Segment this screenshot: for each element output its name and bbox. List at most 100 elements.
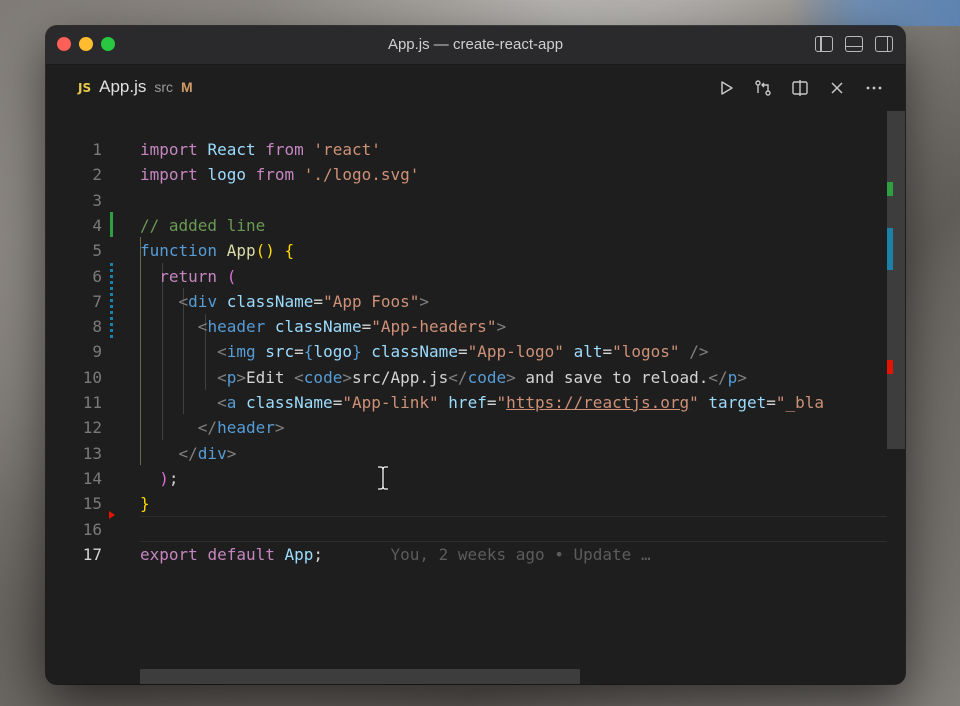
code-token: className xyxy=(226,291,314,311)
code-line[interactable]: <header className="App-headers"> xyxy=(140,314,506,339)
code-token: > xyxy=(342,367,352,387)
window-title: App.js — create-react-app xyxy=(387,36,564,53)
overview-added-marker xyxy=(887,182,893,196)
code-line[interactable]: import React from 'react' xyxy=(140,137,381,162)
tab-path: src xyxy=(154,79,174,95)
git-blame-annotation: You, 2 weeks ago • Update … xyxy=(323,544,651,564)
git-deleted-marker xyxy=(109,511,115,519)
toggle-primary-sidebar-icon[interactable] xyxy=(815,36,833,52)
code-token: './logo.svg' xyxy=(303,165,420,185)
desktop-sky xyxy=(790,0,960,26)
code-token: ; xyxy=(168,468,179,488)
code-token: div xyxy=(188,291,218,311)
code-line[interactable]: </div> xyxy=(140,441,237,466)
line-number: 3 xyxy=(92,190,102,210)
code-token: a xyxy=(226,393,237,412)
line-number: 8 xyxy=(92,317,102,337)
line-number: 5 xyxy=(92,241,102,261)
line-number: 11 xyxy=(82,393,102,412)
vertical-scroll-thumb[interactable] xyxy=(887,111,905,449)
code-token: import xyxy=(140,140,198,159)
code-line[interactable]: export default App; You, 2 weeks ago • U… xyxy=(140,542,651,567)
line-number: 4 xyxy=(92,215,102,235)
vertical-scrollbar[interactable] xyxy=(887,111,905,684)
code-line[interactable]: <img src={logo} className="App-logo" alt… xyxy=(140,339,708,364)
run-icon[interactable] xyxy=(717,79,735,97)
code-line[interactable]: } xyxy=(140,491,150,516)
code-token: code xyxy=(467,367,507,387)
code-token: = xyxy=(313,291,324,311)
code-token: function xyxy=(140,241,218,261)
more-icon[interactable] xyxy=(865,79,883,97)
code-line[interactable]: function App() { xyxy=(140,238,294,263)
tab-app-js[interactable]: JS App.js src M xyxy=(78,77,193,97)
code-token: = xyxy=(361,317,372,337)
git-modified-marker xyxy=(110,263,113,339)
code-token: from xyxy=(265,140,304,159)
code-token: < xyxy=(217,393,227,412)
code-line[interactable]: ); xyxy=(140,466,179,491)
code-token: = xyxy=(766,393,776,412)
code-line[interactable]: return ( xyxy=(140,264,236,289)
code-token: alt xyxy=(573,342,603,362)
code-line[interactable]: <a className="App-link" href="https://re… xyxy=(140,390,824,415)
compare-changes-icon[interactable] xyxy=(754,79,772,97)
code-token: App xyxy=(284,544,314,564)
code-editor[interactable]: 1 2 3 4 5 6 7 8 9 10 11 12 13 14 15 16 17 import React f… xyxy=(46,111,905,684)
code-token: p xyxy=(727,367,738,387)
code-token: < xyxy=(217,342,227,362)
code-token: " xyxy=(496,393,507,412)
code-token: export xyxy=(140,544,198,564)
code-token: = xyxy=(602,342,613,362)
code-token: "App-headers" xyxy=(371,317,497,337)
code-token: </ xyxy=(448,367,468,387)
toggle-secondary-sidebar-icon[interactable] xyxy=(875,36,893,52)
line-number: 14 xyxy=(82,468,102,488)
code-token: = xyxy=(457,342,468,362)
horizontal-scroll-thumb[interactable] xyxy=(140,669,580,684)
overview-modified-marker xyxy=(887,228,893,270)
code-token: > xyxy=(496,317,507,337)
code-token: > xyxy=(506,367,516,387)
code-line[interactable]: import logo from './logo.svg' xyxy=(140,162,419,187)
close-icon[interactable] xyxy=(828,79,846,97)
code-line[interactable]: <p>Edit <code>src/App.js</code> and save… xyxy=(140,365,747,390)
code-token: https://reactjs.org xyxy=(506,393,690,412)
tab-bar: JS App.js src M xyxy=(46,65,905,111)
code-token: src xyxy=(265,342,295,362)
toggle-panel-icon[interactable] xyxy=(845,36,863,52)
editor-window: App.js — create-react-app JS App.js src … xyxy=(46,26,905,684)
split-editor-icon[interactable] xyxy=(791,79,809,97)
editor-actions xyxy=(717,79,883,97)
code-token: () xyxy=(255,241,275,261)
code-token: } xyxy=(140,494,150,514)
code-token: // added line xyxy=(140,215,266,235)
code-line[interactable]: </header> xyxy=(140,415,285,440)
code-token: className xyxy=(245,393,333,412)
code-token: > xyxy=(419,291,430,311)
code-line[interactable]: // added line xyxy=(140,213,265,238)
code-token: "logos" xyxy=(612,342,680,362)
code-token: < xyxy=(178,291,189,311)
code-token: < xyxy=(294,367,304,387)
line-number: 13 xyxy=(82,443,102,463)
line-number: 15 xyxy=(82,494,102,514)
code-line[interactable]: <div className="App Foos"> xyxy=(140,289,430,314)
code-token: </ xyxy=(708,367,728,387)
code-token: return xyxy=(159,266,218,286)
